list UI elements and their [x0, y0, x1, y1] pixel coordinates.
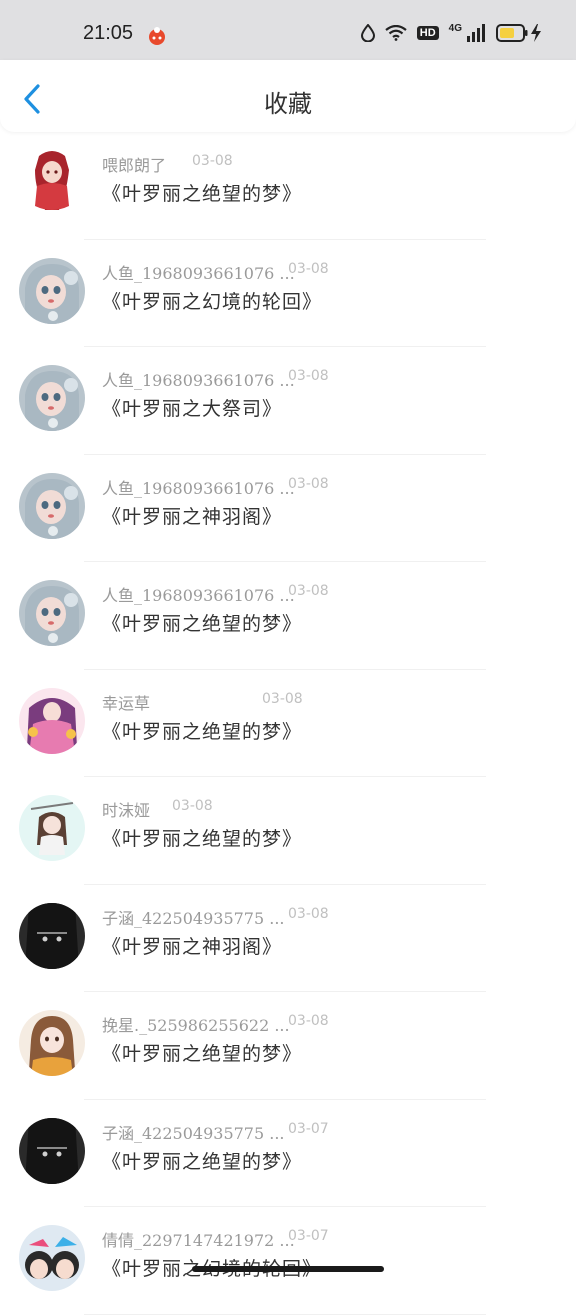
charging-icon — [531, 24, 541, 42]
book-title: 《叶罗丽之绝望的梦》 — [102, 613, 303, 635]
author-name: 倩倩_2297147421972 ... — [102, 1231, 295, 1250]
avatar-doll-blue-icon — [19, 257, 85, 324]
favorite-date: 03-08 — [288, 1013, 329, 1029]
clock-time: 21:05 — [83, 22, 134, 44]
author-name: 喂郎朗了 — [102, 156, 167, 175]
book-title: 《叶罗丽之绝望的梦》 — [102, 828, 303, 850]
favorite-item[interactable]: 倩倩_2297147421972 ... 03-07 《叶罗丽之幻境的轮回》 — [0, 1207, 576, 1315]
favorite-item[interactable]: 人鱼_1968093661076 ... 03-08 《叶罗丽之神羽阁》 — [0, 455, 576, 563]
favorite-date: 03-07 — [288, 1228, 329, 1244]
hd-icon: HD — [416, 26, 439, 40]
author-name: 人鱼_1968093661076 ... — [102, 263, 295, 283]
favorite-item[interactable]: 人鱼_1968093661076 ... 03-08 《叶罗丽之绝望的梦》 — [0, 562, 576, 670]
favorite-item[interactable]: 子涵_422504935775 ... 03-07 《叶罗丽之绝望的梦》 — [0, 1100, 576, 1208]
book-title: 《叶罗丽之绝望的梦》 — [102, 1043, 303, 1065]
status-icons: HD 4G — [360, 22, 542, 42]
book-title: 《叶罗丽之幻境的轮回》 — [102, 290, 323, 313]
favorite-item[interactable]: 幸运草 03-08 《叶罗丽之绝望的梦》 — [0, 670, 576, 778]
book-title: 《叶罗丽之神羽阁》 — [102, 935, 283, 958]
author-name: 挽星._525986255622 ... — [102, 1016, 290, 1035]
signal-icon — [467, 24, 485, 42]
book-title: 《叶罗丽之大祭司》 — [102, 398, 283, 420]
battery-icon — [496, 24, 528, 42]
favorite-date: 03-08 — [288, 260, 329, 277]
author-name: 人鱼_1968093661076 ... — [102, 371, 295, 390]
book-title: 《叶罗丽之绝望的梦》 — [102, 720, 303, 743]
home-indicator[interactable] — [192, 1266, 384, 1272]
wifi-icon — [385, 25, 407, 41]
favorite-item[interactable]: 挽星._525986255622 ... 03-08 《叶罗丽之绝望的梦》 — [0, 992, 576, 1100]
avatar-doll-blue-icon — [19, 365, 85, 431]
avatar-doll-blue-icon — [19, 580, 85, 646]
network-type-label: 4G — [448, 22, 462, 34]
favorites-list: 喂郎朗了 03-08 《叶罗丽之绝望的梦》 人鱼_1968093661076 .… — [0, 132, 576, 1315]
favorite-date: 03-08 — [288, 475, 329, 492]
author-name: 人鱼_1968093661076 ... — [102, 586, 295, 605]
book-title: 《叶罗丽之绝望的梦》 — [102, 183, 303, 205]
avatar-girl-pink-icon — [19, 687, 85, 754]
book-title: 《叶罗丽之绝望的梦》 — [102, 1150, 303, 1173]
favorite-date: 03-08 — [262, 690, 303, 707]
author-name: 人鱼_1968093661076 ... — [102, 478, 295, 498]
status-bar: 21:05 HD 4G — [0, 0, 576, 60]
favorite-item[interactable]: 子涵_422504935775 ... 03-08 《叶罗丽之神羽阁》 — [0, 885, 576, 993]
author-name: 时沫娅 — [102, 801, 151, 820]
avatar-doll-blue-icon — [19, 472, 85, 539]
favorite-item[interactable]: 喂郎朗了 03-08 《叶罗丽之绝望的梦》 — [0, 132, 576, 240]
author-name: 子涵_422504935775 ... — [102, 908, 285, 928]
avatar-two-kids-icon — [19, 1225, 85, 1291]
favorite-date: 03-08 — [172, 798, 213, 814]
author-name: 幸运草 — [102, 693, 151, 713]
favorite-date: 03-08 — [192, 153, 233, 169]
favorite-date: 03-07 — [288, 1120, 329, 1137]
app-notification-icon — [149, 27, 165, 45]
avatar-dark-outfit-icon — [19, 902, 85, 969]
avatar-chibi-icon — [19, 795, 85, 861]
page-title: 收藏 — [264, 90, 312, 118]
avatar-girl-brown-hair-icon — [19, 1010, 85, 1076]
favorite-item[interactable]: 人鱼_1968093661076 ... 03-08 《叶罗丽之大祭司》 — [0, 347, 576, 455]
top-nav-bar: 收藏 — [0, 60, 576, 132]
dnd-drop-icon — [360, 24, 375, 42]
favorite-date: 03-08 — [288, 905, 329, 922]
avatar-girl-red-icon — [19, 148, 85, 214]
book-title: 《叶罗丽之神羽阁》 — [102, 505, 283, 528]
author-name: 子涵_422504935775 ... — [102, 1123, 285, 1143]
avatar-dark-outfit-icon — [19, 1117, 85, 1184]
favorite-item[interactable]: 时沫娅 03-08 《叶罗丽之绝望的梦》 — [0, 777, 576, 885]
favorite-date: 03-08 — [288, 368, 329, 384]
favorite-date: 03-08 — [288, 583, 329, 599]
favorite-item[interactable]: 人鱼_1968093661076 ... 03-08 《叶罗丽之幻境的轮回》 — [0, 240, 576, 348]
